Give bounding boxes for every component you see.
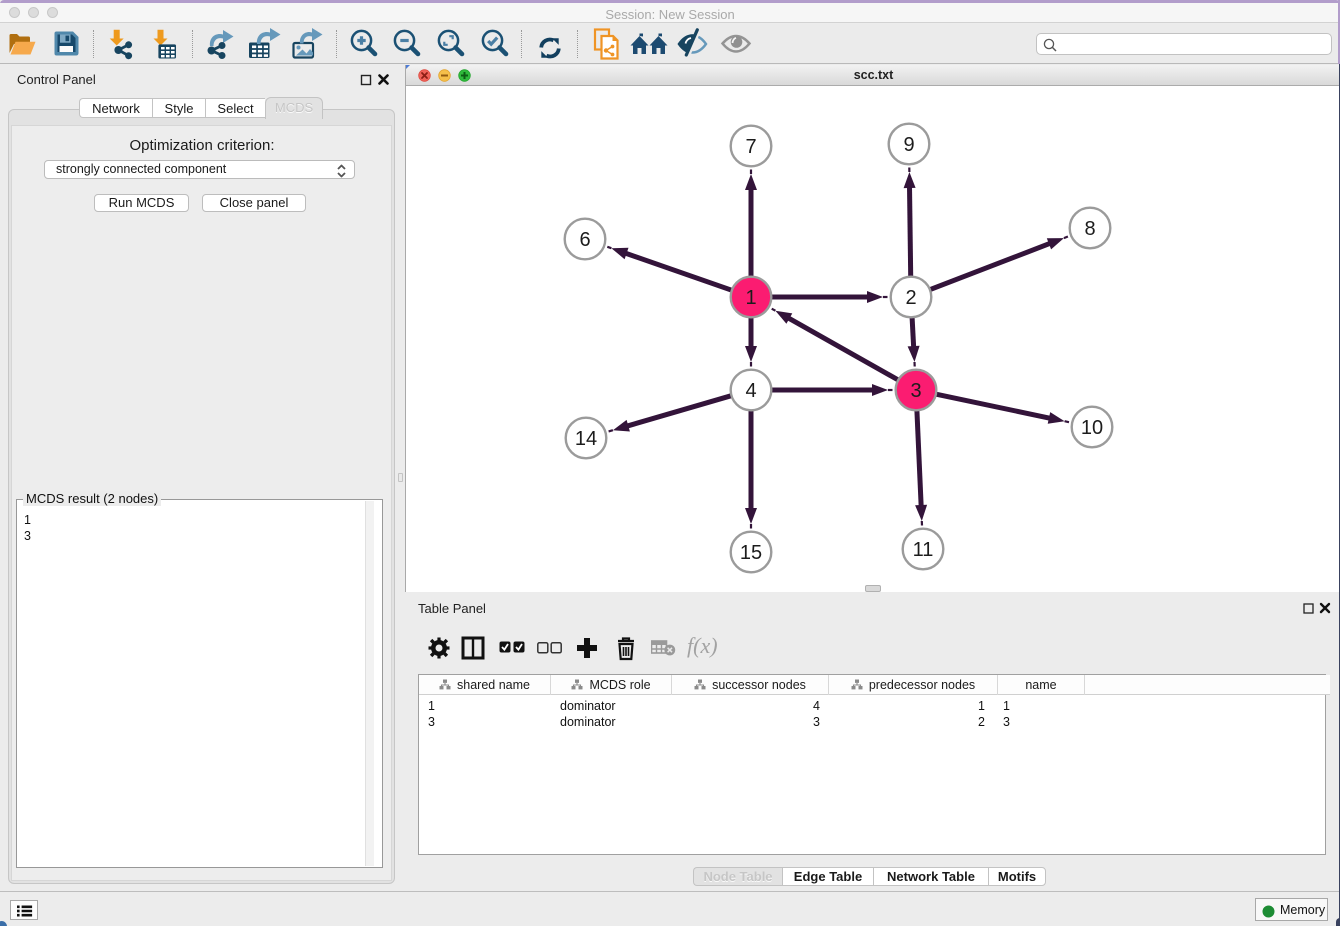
svg-text:8: 8	[1084, 218, 1095, 240]
svg-text:11: 11	[913, 539, 934, 561]
svg-text:4: 4	[745, 380, 756, 402]
svg-text:15: 15	[740, 542, 762, 564]
svg-text:6: 6	[579, 229, 590, 251]
svg-text:7: 7	[745, 136, 756, 158]
svg-text:2: 2	[905, 287, 916, 309]
svg-text:14: 14	[575, 428, 597, 450]
svg-text:1: 1	[745, 287, 756, 309]
svg-text:10: 10	[1081, 417, 1103, 439]
svg-text:9: 9	[903, 134, 914, 156]
svg-text:3: 3	[910, 380, 921, 402]
